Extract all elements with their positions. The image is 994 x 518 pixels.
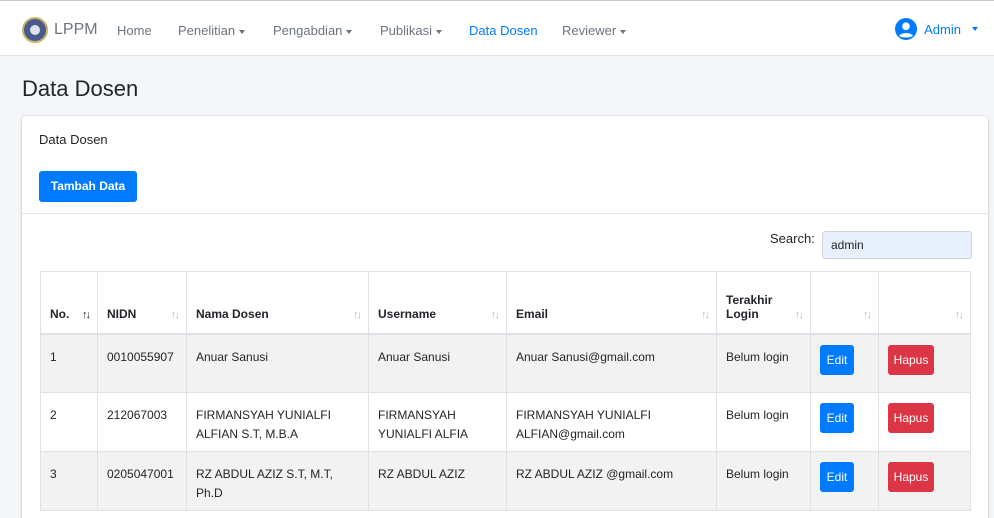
- nav-publikasi[interactable]: Publikasi: [380, 23, 443, 38]
- nav-home[interactable]: Home: [117, 23, 152, 38]
- nav-reviewer[interactable]: Reviewer: [562, 23, 627, 38]
- cell-nama: RZ ABDUL AZIZ S.T, M.T, Ph.D: [186, 451, 369, 511]
- sort-icon: ↑↓: [491, 308, 500, 321]
- user-name: Admin: [924, 21, 961, 37]
- col-header-nama[interactable]: Nama Dosen ↑↓: [186, 271, 369, 335]
- delete-button[interactable]: Hapus: [888, 403, 934, 433]
- add-data-button[interactable]: Tambah Data: [39, 171, 137, 202]
- delete-button[interactable]: Hapus: [888, 344, 934, 375]
- university-logo-icon: [22, 17, 48, 43]
- cell-no: 2: [40, 392, 98, 452]
- table-row: 2 212067003 FIRMANSYAH YUNIALFI ALFIAN S…: [40, 392, 971, 452]
- caret-down-icon: [239, 29, 246, 34]
- brand[interactable]: LPPM: [22, 17, 98, 43]
- cell-username: RZ ABDUL AZIZ: [368, 451, 507, 511]
- col-header-login[interactable]: Terakhir Login ↑↓: [716, 271, 811, 335]
- cell-login: Belum login: [716, 392, 811, 452]
- sort-icon: ↑↓: [863, 308, 872, 321]
- table-header-row: No. ↑↓ NIDN ↑↓ Nama Dosen ↑↓ Username ↑↓ Ema…: [40, 271, 971, 335]
- cell-email: RZ ABDUL AZIZ @gmail.com: [506, 451, 717, 511]
- sort-icon: ↑↓: [171, 308, 180, 321]
- edit-button[interactable]: Edit: [820, 344, 854, 375]
- cell-login: Belum login: [716, 451, 811, 511]
- edit-button[interactable]: Edit: [820, 462, 854, 492]
- brand-text: LPPM: [54, 21, 98, 38]
- col-header-email[interactable]: Email ↑↓: [506, 271, 717, 335]
- cell-hapus: Hapus: [878, 451, 971, 511]
- page-title: Data Dosen: [22, 76, 139, 101]
- table-row: 3 0205047001 RZ ABDUL AZIZ S.T, M.T, Ph.…: [40, 451, 971, 511]
- caret-down-icon: [972, 27, 978, 31]
- user-circle-icon: [895, 18, 918, 40]
- sort-asc-icon: ↑↓: [82, 308, 91, 321]
- cell-username: FIRMANSYAH YUNIALFI ALFIA: [368, 392, 507, 452]
- cell-email: FIRMANSYAH YUNIALFI ALFIAN@gmail.com: [506, 392, 717, 452]
- card-title: Data Dosen: [39, 132, 108, 147]
- cell-email: Anuar Sanusi@gmail.com: [506, 333, 717, 393]
- col-header-no[interactable]: No. ↑↓: [40, 271, 98, 335]
- delete-button[interactable]: Hapus: [888, 462, 934, 492]
- dosen-table: No. ↑↓ NIDN ↑↓ Nama Dosen ↑↓ Username ↑↓ Ema…: [40, 271, 971, 511]
- table-row: 1 0010055907 Anuar Sanusi Anuar Sanusi A…: [40, 333, 971, 393]
- cell-edit: Edit: [810, 392, 879, 452]
- cell-no: 3: [40, 451, 98, 511]
- cell-nidn: 212067003: [97, 392, 187, 452]
- sort-icon: ↑↓: [701, 308, 710, 321]
- user-menu[interactable]: Admin: [895, 18, 978, 40]
- card-header: Data Dosen Tambah Data: [22, 116, 988, 214]
- caret-down-icon: [346, 29, 353, 34]
- sort-icon: ↑↓: [795, 308, 804, 321]
- sort-icon: ↑↓: [955, 308, 964, 321]
- nav-pengabdian[interactable]: Pengabdian: [273, 23, 353, 38]
- cell-hapus: Hapus: [878, 392, 971, 452]
- caret-down-icon: [620, 29, 627, 34]
- navbar: LPPM Home Penelitian Pengabdian Publikas…: [0, 0, 994, 56]
- search-label: Search:: [770, 231, 815, 246]
- cell-username: Anuar Sanusi: [368, 333, 507, 393]
- col-header-username[interactable]: Username ↑↓: [368, 271, 507, 335]
- cell-nidn: 0010055907: [97, 333, 187, 393]
- cell-no: 1: [40, 333, 98, 393]
- cell-nidn: 0205047001: [97, 451, 187, 511]
- cell-login: Belum login: [716, 333, 811, 393]
- nav-data-dosen[interactable]: Data Dosen: [469, 23, 538, 38]
- cell-edit: Edit: [810, 333, 879, 393]
- content-card: Data Dosen Tambah Data Search: No.↑↓ NID…: [22, 116, 988, 518]
- cell-edit: Edit: [810, 451, 879, 511]
- col-header-edit[interactable]: ↑↓: [810, 271, 879, 335]
- cell-nama: Anuar Sanusi: [186, 333, 369, 393]
- edit-button[interactable]: Edit: [820, 403, 854, 433]
- search-input[interactable]: [822, 231, 972, 259]
- caret-down-icon: [436, 29, 443, 34]
- cell-nama: FIRMANSYAH YUNIALFI ALFIAN S.T, M.B.A: [186, 392, 369, 452]
- col-header-hapus[interactable]: ↑↓: [878, 271, 971, 335]
- sort-icon: ↑↓: [353, 308, 362, 321]
- nav-penelitian[interactable]: Penelitian: [178, 23, 246, 38]
- cell-hapus: Hapus: [878, 333, 971, 393]
- col-header-nidn[interactable]: NIDN ↑↓: [97, 271, 187, 335]
